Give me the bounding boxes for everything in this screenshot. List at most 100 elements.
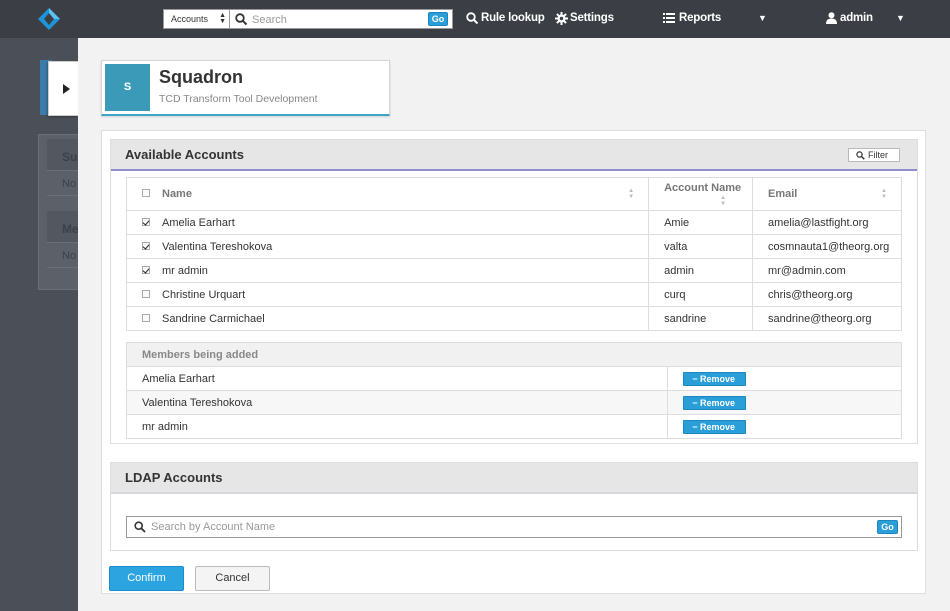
rule-lookup-label: Rule lookup [481, 12, 545, 24]
remove-member-button[interactable]: − Remove [683, 371, 747, 386]
account-username-cell: sandrine [648, 306, 754, 331]
select-all-checkbox[interactable] [142, 189, 150, 197]
column-header-account-name[interactable]: Account Name ▲ ▼ [648, 177, 754, 211]
remove-label: Remove [700, 421, 736, 432]
background-overlay [0, 38, 78, 611]
user-chevron-down-icon[interactable]: ▼ [896, 13, 905, 23]
filter-label: Filter [868, 150, 888, 160]
group-header-card: S Squadron TCD Transform Tool Developmen… [101, 60, 390, 116]
column-header-name-label: Name [162, 188, 192, 200]
row-checkbox[interactable] [142, 241, 150, 250]
gear-icon [555, 12, 568, 25]
row-checkbox[interactable] [142, 313, 150, 322]
minus-icon: − [692, 421, 698, 432]
sort-icon: ▲ ▼ [628, 188, 635, 200]
table-row[interactable]: Christine Urquart curq chris@theorg.org [125, 282, 902, 307]
search-icon [856, 151, 865, 160]
account-full-name: Amelia Earhart [162, 216, 235, 229]
settings-label: Settings [570, 12, 614, 24]
search-icon [235, 13, 248, 26]
table-row: Valentina Tereshokova − Remove [125, 390, 902, 415]
group-name: Squadron [159, 67, 243, 87]
table-row[interactable]: Valentina Tereshokova valta cosmnauta1@t… [125, 234, 902, 259]
minus-icon: − [692, 397, 698, 408]
sort-icon: ▲ ▼ [720, 195, 727, 207]
diamond-logo-icon[interactable] [38, 8, 60, 30]
settings-link[interactable]: Settings [555, 12, 614, 25]
account-name-cell: Christine Urquart [125, 282, 650, 307]
member-action-cell: − Remove [667, 414, 902, 439]
account-name-cell: Amelia Earhart [125, 210, 650, 235]
column-header-account-name-label: Account Name [664, 182, 742, 194]
minus-icon: − [692, 373, 698, 384]
account-email-cell: chris@theorg.org [752, 282, 902, 307]
global-search-input[interactable] [252, 12, 422, 27]
sort-icon: ▲ ▼ [881, 188, 887, 200]
table-row[interactable]: Sandrine Carmichael sandrine sandrine@th… [125, 306, 902, 331]
list-icon [663, 13, 675, 23]
account-name-cell: Sandrine Carmichael [125, 306, 650, 331]
rule-lookup-link[interactable]: Rule lookup [466, 12, 545, 25]
panel-collapse-button[interactable] [48, 61, 78, 116]
remove-member-button[interactable]: − Remove [683, 395, 747, 410]
select-arrows-icon: ▲ ▼ [219, 12, 226, 25]
column-header-name[interactable]: Name ▲ ▼ [125, 177, 650, 211]
table-header-row: Name ▲ ▼ Account Name ▲ ▼ Email ▲ ▼ [125, 177, 902, 211]
user-icon [826, 12, 837, 24]
search-icon [134, 521, 146, 533]
member-name: Amelia Earhart [125, 366, 669, 391]
row-checkbox[interactable] [142, 265, 150, 274]
reports-menu[interactable]: Reports [663, 12, 721, 24]
background-card: Su No Me No [38, 134, 87, 290]
account-name-cell: mr admin [125, 258, 650, 283]
account-email-cell: cosmnauta1@theorg.org [752, 234, 902, 259]
account-type-select-value: Accounts [171, 14, 209, 24]
row-checkbox[interactable] [142, 289, 150, 298]
account-type-select[interactable]: Accounts ▲ ▼ [163, 9, 230, 29]
reports-chevron-down-icon[interactable]: ▼ [758, 13, 767, 23]
column-header-email[interactable]: Email ▲ ▼ [752, 177, 902, 211]
table-row: Amelia Earhart − Remove [125, 366, 902, 391]
table-row[interactable]: Amelia Earhart Amie amelia@lastfight.org [125, 210, 902, 235]
table-row: mr admin − Remove [125, 414, 902, 439]
member-name: mr admin [125, 414, 669, 439]
table-row[interactable]: mr admin admin mr@admin.com [125, 258, 902, 283]
ldap-accounts-section: LDAP Accounts Go [110, 462, 918, 551]
accounts-table: Name ▲ ▼ Account Name ▲ ▼ Email ▲ ▼ Amel… [125, 177, 902, 331]
account-full-name: mr admin [162, 264, 208, 277]
account-username-cell: valta [648, 234, 754, 259]
row-checkbox[interactable] [142, 217, 150, 226]
available-accounts-title: Available Accounts [125, 147, 244, 162]
user-menu[interactable]: admin [826, 12, 873, 24]
member-name: Valentina Tereshokova [125, 390, 669, 415]
filter-button[interactable]: Filter [848, 148, 900, 162]
remove-member-button[interactable]: − Remove [683, 419, 747, 434]
account-full-name: Christine Urquart [162, 288, 246, 301]
ldap-accounts-header: LDAP Accounts [111, 463, 917, 494]
ldap-accounts-title: LDAP Accounts [125, 470, 223, 485]
members-being-added-header: Members being added [126, 342, 902, 367]
remove-label: Remove [700, 397, 736, 408]
confirm-button[interactable]: Confirm [109, 566, 184, 591]
account-username-cell: admin [648, 258, 754, 283]
account-full-name: Valentina Tereshokova [162, 240, 273, 253]
members-form: Available Accounts Filter Name ▲ ▼ Accou… [101, 130, 926, 594]
account-email-cell: amelia@lastfight.org [752, 210, 902, 235]
account-username-cell: Amie [648, 210, 754, 235]
cancel-button[interactable]: Cancel [195, 566, 270, 591]
remove-label: Remove [700, 373, 736, 384]
ldap-search-input[interactable] [151, 520, 851, 534]
search-icon [466, 12, 479, 25]
available-accounts-section: Available Accounts Filter Name ▲ ▼ Accou… [110, 139, 918, 444]
ldap-search-go-button[interactable]: Go [877, 520, 898, 534]
available-accounts-header: Available Accounts Filter [111, 140, 917, 171]
account-full-name: Sandrine Carmichael [162, 312, 265, 325]
account-email-cell: mr@admin.com [752, 258, 902, 283]
global-search-go-button[interactable]: Go [428, 12, 448, 26]
table-header-row: Members being added [126, 342, 902, 367]
reports-label: Reports [679, 12, 722, 24]
global-search: Go [230, 9, 453, 29]
ldap-search: Go [126, 516, 902, 538]
account-email-cell: sandrine@theorg.org [752, 306, 902, 331]
group-avatar: S [105, 64, 150, 111]
